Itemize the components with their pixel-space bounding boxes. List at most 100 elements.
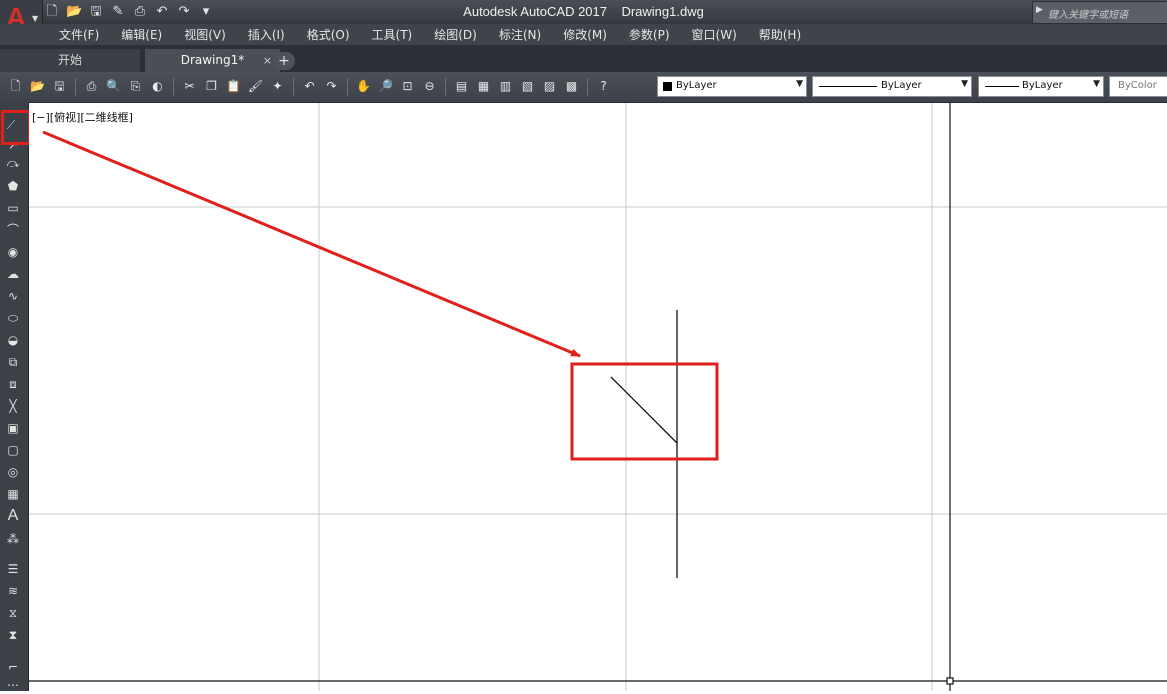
open-folder-icon[interactable]: 📂	[66, 4, 82, 20]
menu-file[interactable]: 文件(F)	[48, 26, 110, 43]
3d-dwf-icon[interactable]: ◐	[148, 77, 167, 96]
new-file-icon[interactable]: 🗋	[44, 4, 60, 20]
ellipse-icon[interactable]: ⬭	[4, 309, 22, 327]
menu-parametric[interactable]: 参数(P)	[618, 26, 681, 43]
insert-block-icon[interactable]: ⧉	[4, 353, 22, 371]
more-tools-icon[interactable]: ⋯	[4, 676, 22, 694]
redo-icon[interactable]: ↷	[322, 77, 341, 96]
lineweight-dropdown[interactable]: ByLayer ▼	[978, 76, 1104, 97]
annotation-highlight-drawing	[570, 362, 719, 461]
qat-dropdown-icon[interactable]: ▾	[198, 4, 214, 20]
menu-bar: 文件(F) 编辑(E) 视图(V) 插入(I) 格式(O) 工具(T) 绘图(D…	[0, 24, 1167, 45]
fillet-icon[interactable]: ⌐	[4, 658, 22, 676]
menu-dimension[interactable]: 标注(N)	[488, 26, 552, 43]
rectangle-icon[interactable]: ▭	[4, 199, 22, 217]
pan-icon[interactable]: ✋	[354, 77, 373, 96]
cut-icon[interactable]: ✂	[180, 77, 199, 96]
search-input[interactable]: ▶ 键入关键字或短语	[1032, 1, 1167, 24]
circle-icon[interactable]: ◉	[4, 243, 22, 261]
layer-properties-icon[interactable]: ☰	[4, 560, 22, 578]
point-icon[interactable]: ╳	[4, 397, 22, 415]
menu-insert[interactable]: 插入(I)	[237, 26, 296, 43]
arc-icon[interactable]: ⌒	[4, 221, 22, 239]
make-block-icon[interactable]: ⧈	[4, 375, 22, 393]
grid-lines	[29, 103, 1167, 691]
open-folder-icon[interactable]: 📂	[28, 77, 47, 96]
polyline-icon[interactable]: ⤼	[4, 154, 22, 172]
zoom-previous-icon[interactable]: ⊖	[420, 77, 439, 96]
revision-cloud-icon[interactable]: ☁	[4, 265, 22, 283]
copy-icon[interactable]: ❐	[202, 77, 221, 96]
add-selected-icon[interactable]: ⁂	[4, 530, 22, 548]
tab-drawing1[interactable]: Drawing1* ×	[145, 49, 280, 72]
save-as-icon[interactable]: ✎	[110, 4, 126, 20]
markup-icon[interactable]: ▨	[540, 77, 559, 96]
zoom-window-icon[interactable]: ⊡	[398, 77, 417, 96]
tab-start[interactable]: 开始	[0, 49, 140, 72]
match-properties-icon[interactable]: 🖌	[246, 77, 265, 96]
ucs-axes	[29, 103, 1167, 691]
toolbar-icons: 🗋 📂 🖫 ⎙ 🔍 ⎘ ◐ ✂ ❐ 📋 🖌 ✦ ↶ ↷ ✋ 🔎 ⊡ ⊖ ▤ ▦ …	[6, 77, 613, 96]
draw-toolbar: ⟋ ↗ ⤼ ⬟ ▭ ⌒ ◉ ☁ ∿ ⬭ ◒ ⧉ ⧈ ╳ ▣ ▢ ◎ ▦ A ⁂ …	[0, 102, 29, 694]
undo-icon[interactable]: ↶	[300, 77, 319, 96]
viewport-controls-label[interactable]: [−][俯视][二维线框]	[32, 109, 133, 125]
sheet-set-icon[interactable]: ▧	[518, 77, 537, 96]
block-editor-icon[interactable]: ✦	[268, 77, 287, 96]
spline-icon[interactable]: ∿	[4, 287, 22, 305]
lineweight-preview	[985, 86, 1019, 87]
layer-isolate-icon[interactable]: ⧗	[4, 626, 22, 644]
linetype-dropdown[interactable]: ByLayer ▼	[812, 76, 972, 97]
menu-view[interactable]: 视图(V)	[173, 26, 237, 43]
toolbar-divider	[173, 77, 174, 96]
zoom-realtime-icon[interactable]: 🔎	[376, 77, 395, 96]
quickcalc-icon[interactable]: ▩	[562, 77, 581, 96]
menu-edit[interactable]: 编辑(E)	[110, 26, 173, 43]
menu-window[interactable]: 窗口(W)	[681, 26, 748, 43]
properties-icon[interactable]: ▤	[452, 77, 471, 96]
toolbar-divider	[75, 77, 76, 96]
expand-arrow-icon[interactable]: ▶	[1036, 5, 1043, 15]
layer-previous-icon[interactable]: ⧖	[4, 604, 22, 622]
help-icon[interactable]: ?	[594, 77, 613, 96]
gradient-icon[interactable]: ▢	[4, 441, 22, 459]
publish-icon[interactable]: ⎘	[126, 77, 145, 96]
save-icon[interactable]: 🖫	[50, 77, 69, 96]
layer-states-icon[interactable]: ≋	[4, 582, 22, 600]
tool-palettes-icon[interactable]: ▥	[496, 77, 515, 96]
paste-icon[interactable]: 📋	[224, 77, 243, 96]
menu-modify[interactable]: 修改(M)	[552, 26, 618, 43]
chevron-down-icon: ▼	[961, 79, 968, 89]
search-placeholder: 键入关键字或短语	[1048, 10, 1128, 21]
drawn-geometry[interactable]	[610, 310, 678, 578]
design-center-icon[interactable]: ▦	[474, 77, 493, 96]
save-icon[interactable]: 🖫	[88, 4, 104, 20]
multiline-text-icon[interactable]: A	[4, 507, 22, 525]
drawing-canvas[interactable]	[29, 103, 1167, 691]
print-preview-icon[interactable]: 🔍	[104, 77, 123, 96]
menu-draw[interactable]: 绘图(D)	[423, 26, 488, 43]
toolbar-divider	[445, 77, 446, 96]
table-icon[interactable]: ▦	[4, 485, 22, 503]
file-name: Drawing1.dwg	[621, 4, 704, 19]
menu-format[interactable]: 格式(O)	[296, 26, 361, 43]
undo-icon[interactable]: ↶	[154, 4, 170, 20]
color-dropdown[interactable]: ByLayer ▼	[657, 76, 807, 97]
print-icon[interactable]: ⎙	[82, 77, 101, 96]
toolbar-divider	[293, 77, 294, 96]
new-file-icon[interactable]: 🗋	[6, 77, 25, 96]
ellipse-arc-icon[interactable]: ◒	[4, 331, 22, 349]
region-icon[interactable]: ◎	[4, 463, 22, 481]
menu-help[interactable]: 帮助(H)	[748, 26, 812, 43]
linetype-preview	[819, 86, 877, 87]
redo-icon[interactable]: ↷	[176, 4, 192, 20]
plotstyle-dropdown[interactable]: ByColor	[1109, 76, 1167, 97]
menu-tools[interactable]: 工具(T)	[361, 26, 424, 43]
toolbar-divider	[347, 77, 348, 96]
ucs-origin-marker	[946, 677, 954, 685]
close-icon[interactable]: ×	[263, 49, 272, 72]
print-icon[interactable]: ⎙	[132, 4, 148, 20]
color-value: ByLayer	[676, 80, 717, 91]
polygon-icon[interactable]: ⬟	[4, 177, 22, 195]
new-tab-button[interactable]: +	[273, 52, 295, 70]
hatch-icon[interactable]: ▣	[4, 419, 22, 437]
